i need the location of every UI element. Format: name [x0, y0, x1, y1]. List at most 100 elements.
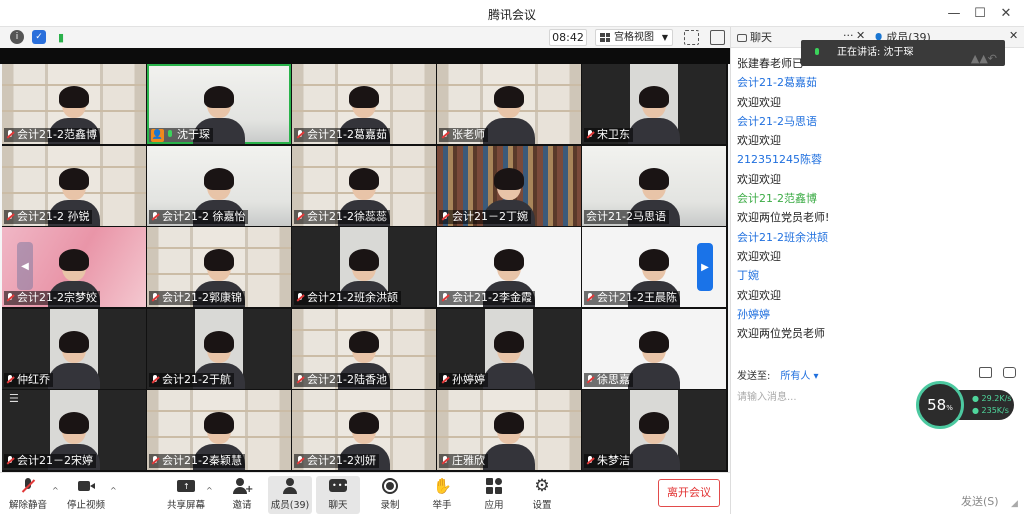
video-tile[interactable]: 会计21-2徐蕊蕊	[292, 145, 436, 226]
chat-message-text: 张建春老师已	[737, 57, 803, 70]
tab-chat[interactable]: 聊天	[737, 27, 772, 48]
participant-name: 会计21-2宗梦姣	[17, 291, 97, 305]
send-button[interactable]: 发送(S)	[961, 493, 999, 509]
chat-sender-name[interactable]: 会计21-2葛嘉茹	[737, 73, 1017, 92]
video-tile[interactable]: 庄雅欣	[437, 390, 581, 471]
participant-name-label: 会计21-2于航	[149, 372, 234, 387]
leave-meeting-button[interactable]: 离开会议	[658, 479, 720, 507]
video-tile[interactable]: 孙婷婷	[437, 308, 581, 389]
participant-name-label: 会计21－2宋婷	[4, 454, 96, 469]
video-tile[interactable]: 会计21-2范鑫博	[2, 64, 146, 144]
participant-name-label: 会计21-2李金霞	[439, 291, 535, 306]
video-tile[interactable]: 会计21-2郭康锦	[147, 227, 291, 308]
share-screen-icon: ↑	[177, 477, 195, 495]
close-icon[interactable]: ✕	[994, 3, 1018, 23]
mic-muted-icon	[6, 130, 15, 140]
chat-button[interactable]: ••• 聊天	[316, 476, 360, 514]
chat-sender-name[interactable]: 丁婉	[737, 266, 1017, 285]
mic-muted-icon	[441, 374, 450, 385]
video-tile[interactable]: 会计21-2秦颖慧	[147, 390, 291, 471]
participant-video	[628, 408, 680, 471]
send-target-select[interactable]: 所有人 ▾	[780, 371, 818, 382]
screenshot-icon[interactable]	[1003, 367, 1016, 378]
chat-panel: 聊天 ··· ✕ 👤 成员(39) ✕ 正在讲话: 沈于琛 ▲▲↶ 张建春老师已会…	[730, 27, 1024, 514]
participant-name: 张老师	[452, 128, 485, 141]
network-meter[interactable]: ● 29.2K/s ● 235K/s 58%	[916, 381, 1014, 429]
video-tile[interactable]: 会计21-2班余洪颉	[292, 227, 436, 308]
mic-muted-icon	[296, 211, 305, 222]
next-page-icon[interactable]: ▶	[697, 243, 713, 291]
meeting-window: 腾讯会议 — ☐ ✕ i ✓ ▮ 08:42 宫格视图 ▼ 会计21-2范鑫博 👤…	[0, 0, 1024, 514]
chat-message-text: 欢迎欢迎	[737, 172, 781, 186]
apps-button[interactable]: 应用	[472, 476, 516, 514]
message-input[interactable]: 请输入消息...	[737, 388, 797, 403]
chat-sender-name[interactable]: 会计21-2范鑫博	[737, 189, 1017, 208]
record-button[interactable]: 录制	[368, 476, 412, 514]
chat-message-text: 欢迎两位党员老师!	[737, 211, 830, 225]
participant-video	[628, 82, 680, 144]
video-tile[interactable]: 会计21-2刘妍	[292, 390, 436, 471]
video-tile[interactable]: 会计21-2于航	[147, 308, 291, 389]
window-title: 腾讯会议	[487, 8, 536, 22]
stop-video-button[interactable]: 停止视频	[64, 476, 108, 514]
share-options-caret[interactable]: ^	[206, 486, 213, 495]
folder-icon[interactable]	[979, 367, 992, 378]
info-icon[interactable]: i	[10, 30, 24, 44]
video-tile[interactable]: 会计21-2葛嘉茹	[292, 64, 436, 144]
mic-muted-icon	[296, 130, 305, 140]
minimize-icon[interactable]: —	[942, 3, 966, 23]
participant-name-label: 会计21-2秦颖慧	[149, 454, 245, 469]
video-tile[interactable]: 会计21-2李金霞	[437, 227, 581, 308]
chat-sender-name[interactable]: 212351245陈蓉	[737, 150, 1017, 169]
fullscreen-icon[interactable]	[684, 30, 699, 45]
signal-icon[interactable]: ▮	[54, 30, 68, 44]
mic-on-icon	[166, 130, 175, 140]
window-controls: — ☐ ✕	[942, 3, 1018, 23]
resize-handle-icon[interactable]: ◢	[1011, 499, 1018, 509]
members-icon	[281, 477, 299, 495]
sidebar-toggle-icon[interactable]	[710, 30, 725, 45]
mic-muted-icon	[6, 456, 15, 466]
chat-sender-name[interactable]: 孙婷婷	[737, 305, 1017, 324]
list-icon[interactable]: ☰	[9, 392, 25, 406]
settings-button[interactable]: ⚙ 设置	[520, 476, 564, 514]
share-screen-button[interactable]: ↑ 共享屏幕	[164, 476, 208, 514]
participant-name-label: 宋卫东	[584, 128, 633, 142]
participant-name-label: 会计21-2徐蕊蕊	[294, 209, 390, 224]
unmute-button[interactable]: 解除静音	[6, 476, 50, 514]
invite-button[interactable]: + 邀请	[220, 476, 264, 514]
video-tile[interactable]: 仲红乔	[2, 308, 146, 389]
video-tile[interactable]: 朱梦洁	[582, 390, 726, 471]
shield-icon[interactable]: ✓	[32, 30, 46, 44]
grid-view-icon	[600, 33, 610, 42]
view-mode-button[interactable]: 宫格视图 ▼	[595, 29, 673, 46]
upload-speed: ● 29.2K/s	[972, 394, 1012, 403]
video-tile[interactable]: 会计21－2丁婉	[437, 145, 581, 226]
video-tile[interactable]: 👤 沈于琛	[147, 64, 291, 144]
video-tile[interactable]: 徐思嘉	[582, 308, 726, 389]
mic-muted-icon	[441, 456, 450, 466]
video-options-caret[interactable]: ^	[110, 486, 117, 495]
members-button[interactable]: 成员(39)	[268, 476, 312, 514]
video-tile[interactable]: 宋卫东	[582, 64, 726, 144]
video-tile[interactable]: 会计21-2 孙锐	[2, 145, 146, 226]
mic-muted-icon	[586, 456, 595, 466]
participant-name: 会计21-2于航	[162, 372, 231, 386]
video-tile[interactable]: 会计21-2马思语	[582, 145, 726, 226]
close-members-icon[interactable]: ✕	[1009, 29, 1018, 42]
raise-hand-button[interactable]: ✋ 举手	[420, 476, 464, 514]
mic-muted-icon	[441, 130, 450, 140]
chat-sender-name[interactable]: 会计21-2马思语	[737, 112, 1017, 131]
prev-page-icon[interactable]: ◀	[17, 242, 33, 290]
mic-muted-icon	[151, 456, 160, 466]
video-tile[interactable]: 会计21-2陆香池	[292, 308, 436, 389]
video-tile[interactable]: 张老师	[437, 64, 581, 144]
participant-name: 庄雅欣	[452, 454, 485, 468]
video-tile[interactable]: 会计21-2 徐嘉怡	[147, 145, 291, 226]
participant-video	[483, 82, 535, 144]
chat-message-text: 欢迎欢迎	[737, 288, 781, 302]
maximize-icon[interactable]: ☐	[968, 3, 992, 23]
chat-sender-name[interactable]: 会计21-2班余洪颉	[737, 228, 1017, 247]
audio-options-caret[interactable]: ^	[52, 486, 59, 495]
participant-name-label: 会计21-2王晨陈	[584, 291, 680, 306]
